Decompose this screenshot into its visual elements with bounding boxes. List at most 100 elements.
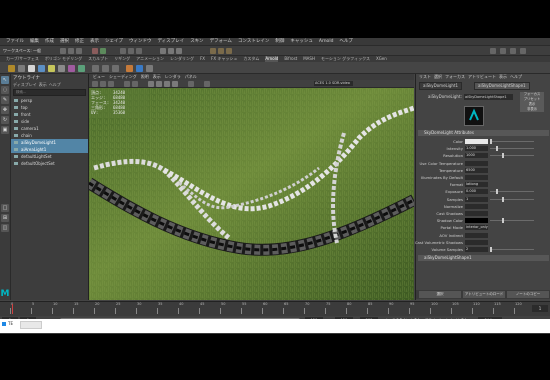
attribute-value-field[interactable]: 1 [465,196,488,202]
menu-item[interactable]: キャッシュ [290,38,313,45]
camera-select-icon[interactable] [92,80,98,87]
slider-knob[interactable] [502,218,504,224]
attribute-editor-tab[interactable]: リスト [419,74,431,80]
render-frame-icon[interactable] [210,47,216,54]
current-frame-field[interactable]: 1 [532,305,548,312]
slider-knob[interactable] [496,189,498,195]
attr-editor-button[interactable]: プリセット [520,97,544,102]
attribute-editor-tab[interactable]: フォーカス [445,74,465,80]
section-skydome-attributes[interactable]: SkyDomeLight Attributes [418,130,549,136]
attribute-slider[interactable] [490,249,534,250]
attribute-value-field[interactable]: interior_only [465,225,488,231]
attribute-row[interactable]: Illuminates By Default [416,174,550,181]
arnold-render-icon[interactable] [8,64,15,72]
attribute-value-field[interactable]: 0.000 [465,189,488,195]
attribute-row[interactable]: Color [416,138,550,145]
attribute-value-field[interactable]: 2 [465,247,488,252]
attribute-row[interactable]: Format latlong [416,181,550,188]
outliner-item[interactable]: front [11,111,88,118]
section-shape-bottom[interactable]: aiSkyDomeLightShape1 [418,255,549,261]
outliner-menu-item[interactable]: ヘルプ [49,82,61,88]
xray-icon[interactable] [204,80,210,87]
attribute-editor-tab[interactable]: 選択 [434,74,442,80]
menu-item[interactable]: ディスプレイ [158,38,185,45]
attribute-row[interactable]: Samples 1 [416,196,550,203]
shader-icon[interactable] [126,64,133,72]
menu-item[interactable]: デフォーム [210,38,232,45]
outliner-menu-item[interactable]: 表示 [39,82,47,88]
camera-attributes-icon[interactable] [100,80,106,87]
menu-item[interactable]: 作成 [45,38,54,45]
channel-box-icon[interactable] [520,47,526,54]
material-icon[interactable] [136,64,143,72]
time-slider[interactable]: 0510152025303540455055606570758085909510… [0,301,550,316]
select-by-object-icon[interactable] [128,47,134,54]
outliner-item[interactable]: aiAreaLight1 [11,146,88,153]
attribute-value-field[interactable]: 6500 [465,167,488,173]
attribute-editor-tab[interactable]: 表示 [499,74,507,80]
menu-item[interactable]: 選択 [60,38,69,45]
attribute-value-field[interactable]: 1000 [465,153,488,159]
outliner-item[interactable]: persp [11,97,88,104]
outliner-item[interactable]: defaultObjectSet [11,160,88,167]
snap-to-grid-icon[interactable] [160,47,166,54]
scale-tool-icon[interactable]: ▣ [1,126,9,134]
render-settings-icon[interactable] [226,47,232,54]
paint-select-tool-icon[interactable]: ✎ [1,96,9,104]
slider-knob[interactable] [502,196,504,202]
attribute-value-field[interactable]: latlong [465,182,488,188]
outliner-item[interactable]: defaultLightSet [11,153,88,160]
lasso-tool-icon[interactable]: ◌ [1,86,9,94]
slider-knob[interactable] [490,247,492,252]
texture-icon[interactable] [146,64,153,72]
outliner-item[interactable]: aiSkyDomeLight1 [11,139,88,146]
attribute-value-field[interactable] [465,211,488,216]
physical-sky-icon[interactable] [78,64,85,72]
smooth-shade-icon[interactable] [156,80,162,87]
menu-item[interactable]: シェイプ [105,38,123,45]
viewport-canvas[interactable]: 頂点: 34240 エッジ: 68480 フェース: 34240 三角形: 68480 UV: 3… [89,88,414,300]
attr-bottom-button[interactable]: 選択 [419,291,461,298]
taskbar-label[interactable]: TE [8,321,13,327]
move-tool-icon[interactable]: ✥ [1,106,9,114]
attribute-row[interactable]: Volume Samples 2 [416,246,550,253]
lights-icon[interactable] [172,80,178,87]
single-pane-layout-icon[interactable]: □ [1,204,9,212]
textured-icon[interactable] [164,80,170,87]
menu-item[interactable]: 修正 [75,38,84,45]
menu-item[interactable]: ファイル [6,38,24,45]
attribute-value-field[interactable] [465,218,488,224]
attr-editor-button[interactable]: フォーカス [520,92,544,97]
open-scene-icon[interactable] [68,47,74,54]
bookmark-icon[interactable] [108,80,114,87]
isolate-select-icon[interactable] [188,80,194,87]
attribute-slider[interactable] [490,220,534,222]
select-by-hierarchy-icon[interactable] [120,47,126,54]
attribute-row[interactable]: Exposure 0.000 [416,188,550,195]
render-view-icon[interactable] [18,64,25,72]
attr-bottom-button[interactable]: アトリビュートのロード [463,291,505,298]
attribute-editor-toggle-icon[interactable] [500,47,506,54]
attr-bottom-button[interactable]: ノートのコピー [507,291,549,298]
select-by-component-icon[interactable] [136,47,142,54]
skydome-light-icon[interactable] [38,64,45,72]
taskbar-search[interactable] [20,321,42,329]
attr-editor-button[interactable]: 表示 [520,102,544,107]
modeling-toolkit-icon[interactable] [490,47,496,54]
area-light-icon[interactable] [28,64,35,72]
ipr-render-icon[interactable] [218,47,224,54]
slider-knob[interactable] [502,153,504,159]
standin-icon[interactable] [92,64,99,72]
film-gate-icon[interactable] [132,80,138,87]
mesh-light-icon[interactable] [48,64,55,72]
attribute-slider[interactable] [490,141,534,142]
save-scene-icon[interactable] [76,47,82,54]
tool-settings-icon[interactable] [510,47,516,54]
attribute-slider[interactable] [490,198,534,200]
windows-start-icon[interactable] [2,322,6,326]
attribute-row[interactable]: Use Color Temperature [416,160,550,167]
attribute-slider[interactable] [490,155,534,157]
color-management-field[interactable]: ACES 1.0 SDR-video [314,80,353,86]
attribute-value-field[interactable] [465,175,488,180]
attribute-row[interactable]: Portal Mode interior_only [416,224,550,231]
